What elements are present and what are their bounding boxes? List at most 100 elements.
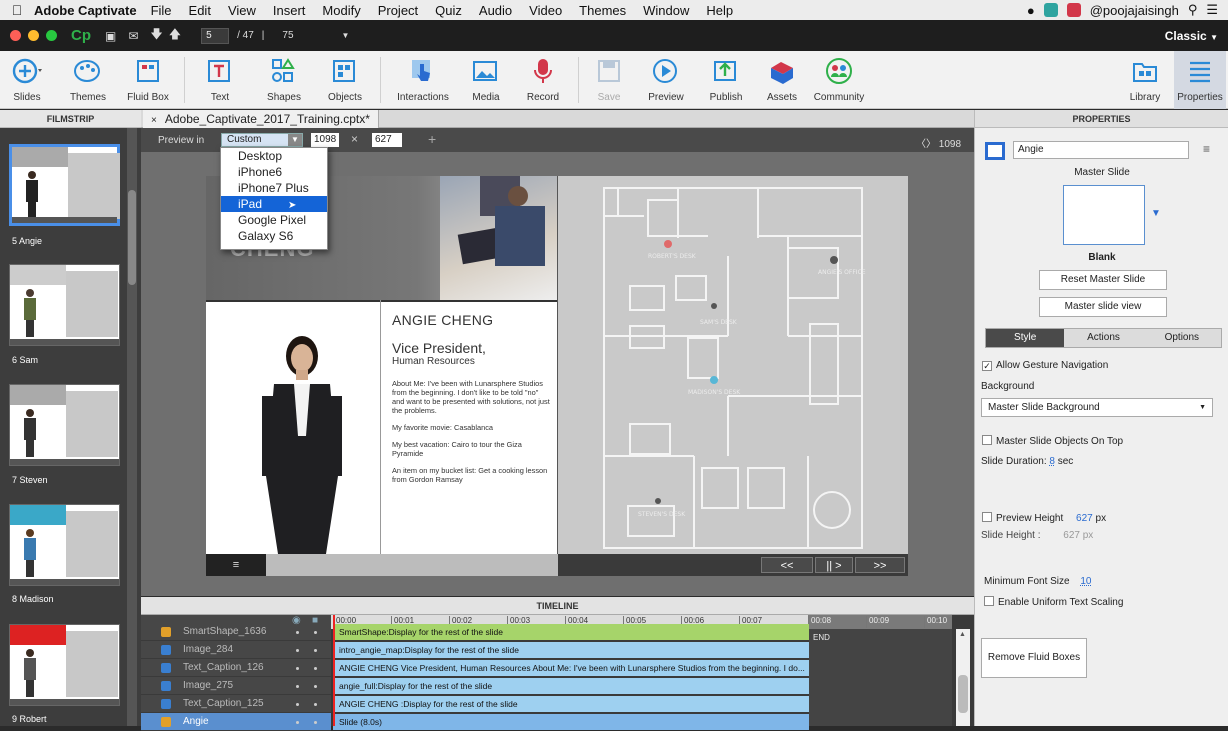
slide-thumbnail-7[interactable]	[9, 384, 120, 466]
timeline-scroll-thumb[interactable]	[958, 675, 968, 713]
timeline-playhead[interactable]	[333, 615, 335, 726]
filmstrip-scroll-thumb[interactable]	[128, 190, 136, 285]
current-slide-input[interactable]: 5	[201, 27, 230, 44]
preview-width-input[interactable]: 1098	[311, 133, 339, 147]
tab-options[interactable]: Options	[1143, 329, 1221, 347]
visibility-toggle[interactable]	[296, 685, 299, 688]
minimize-window-button[interactable]	[28, 30, 39, 41]
lock-toggle[interactable]	[314, 667, 317, 670]
uniform-text-scaling-checkbox[interactable]: Enable Uniform Text Scaling	[984, 596, 1123, 608]
timeline-object-row[interactable]: Text_Caption_126	[141, 659, 331, 677]
visibility-toggle[interactable]	[296, 667, 299, 670]
filmstrip-toggle-icon[interactable]: ▣	[105, 29, 116, 43]
shapes-button[interactable]: Shapes	[260, 51, 308, 109]
menu-themes[interactable]: Themes	[579, 3, 626, 18]
timeline-object-bar[interactable]: intro_angie_map:Display for the rest of …	[333, 642, 809, 658]
master-objects-on-top-checkbox[interactable]: Master Slide Objects On Top	[982, 435, 1123, 447]
slide-name-input[interactable]: Angie	[1013, 141, 1189, 159]
menu-file[interactable]: File	[151, 3, 172, 18]
device-option-iphone7-plus[interactable]: iPhone7 Plus	[221, 180, 327, 196]
device-option-iphone6[interactable]: iPhone6	[221, 164, 327, 180]
slide-color-swatch[interactable]	[985, 142, 1005, 160]
slide-thumbnail-6[interactable]	[9, 264, 120, 346]
timeline-object-bar[interactable]: angie_full:Display for the rest of the s…	[333, 678, 809, 694]
community-button[interactable]: Community	[810, 51, 868, 109]
timeline-scrollbar[interactable]: ▲	[956, 629, 970, 726]
properties-button[interactable]: Properties	[1174, 51, 1226, 109]
media-button[interactable]: Media	[462, 51, 510, 109]
timeline-object-row[interactable]: SmartShape_1636	[141, 623, 331, 641]
add-device-icon[interactable]: +	[428, 131, 436, 147]
master-slide-dropdown-icon[interactable]: ▼	[1151, 208, 1161, 219]
lock-toggle[interactable]	[314, 703, 317, 706]
remove-fluid-boxes-button[interactable]: Remove Fluid Boxes	[981, 638, 1087, 678]
background-select[interactable]: Master Slide Background ▼	[981, 398, 1213, 417]
menu-view[interactable]: View	[228, 3, 256, 18]
timeline-object-bar[interactable]: Slide (8.0s)	[333, 714, 809, 730]
arrow-up-icon[interactable]: 🡅	[169, 25, 181, 46]
workspace-switcher[interactable]: Classic ▼	[1165, 29, 1218, 43]
device-option-desktop[interactable]: Desktop	[221, 148, 327, 164]
slide-menu-button[interactable]: ≡	[206, 554, 266, 576]
preview-height-input[interactable]: 627	[372, 133, 402, 147]
publish-button[interactable]: Publish	[702, 51, 750, 109]
allow-gesture-checkbox[interactable]: ✓ Allow Gesture Navigation	[982, 360, 1108, 371]
user-account[interactable]: @poojajaisingh	[1090, 3, 1179, 18]
master-slide-thumbnail[interactable]	[1063, 185, 1145, 245]
tab-style[interactable]: Style	[986, 329, 1065, 347]
next-slide-button[interactable]: >>	[855, 557, 905, 573]
themes-button[interactable]: Themes	[64, 51, 112, 109]
pause-play-button[interactable]: || >	[815, 557, 853, 573]
menu-audio[interactable]: Audio	[479, 3, 512, 18]
arrow-down-icon[interactable]: 🡇	[150, 25, 162, 46]
slide-thumbnail-9[interactable]	[9, 624, 120, 706]
slides-button[interactable]: Slides	[6, 51, 48, 109]
timeline-object-row[interactable]: Image_284	[141, 641, 331, 659]
close-window-button[interactable]	[10, 30, 21, 41]
preview-button[interactable]: Preview	[642, 51, 690, 109]
bio-text-caption[interactable]: ANGIE CHENG Vice President, Human Resour…	[392, 312, 552, 484]
menu-quiz[interactable]: Quiz	[435, 3, 462, 18]
menu-project[interactable]: Project	[378, 3, 418, 18]
device-option-google-pixel[interactable]: Google Pixel	[221, 212, 327, 228]
mail-icon[interactable]: ✉	[128, 29, 138, 43]
lock-toggle[interactable]	[314, 631, 317, 634]
slide-thumbnail-8[interactable]	[9, 504, 120, 586]
app-menu[interactable]: Adobe Captivate	[34, 3, 137, 18]
objects-button[interactable]: Objects	[322, 51, 368, 109]
tab-actions[interactable]: Actions	[1064, 329, 1142, 347]
timeline-object-bar[interactable]: SmartShape:Display for the rest of the s…	[333, 624, 809, 640]
interactions-button[interactable]: Interactions	[394, 51, 452, 109]
zoom-select[interactable]: 75 ▼	[282, 30, 362, 41]
office-map-image[interactable]: ROBERT'S DESK ANGIE'S OFFICE SAM'S DESK …	[558, 176, 908, 554]
library-button[interactable]: Library	[1122, 51, 1168, 109]
notification-center-icon[interactable]: ☰	[1206, 2, 1218, 18]
preview-height-checkbox[interactable]: Preview Height 627 px	[982, 512, 1106, 524]
visibility-toggle[interactable]	[296, 703, 299, 706]
slide-thumbnail-5[interactable]	[9, 144, 120, 226]
menu-insert[interactable]: Insert	[273, 3, 306, 18]
spotlight-search-icon[interactable]: ⚲	[1188, 2, 1198, 18]
device-select[interactable]: Custom ▼	[221, 133, 303, 147]
menu-window[interactable]: Window	[643, 3, 689, 18]
maximize-window-button[interactable]	[46, 30, 57, 41]
device-option-galaxy-s6[interactable]: Galaxy S6	[221, 228, 327, 244]
master-slide-view-button[interactable]: Master slide view	[1039, 297, 1167, 317]
text-button[interactable]: Text	[198, 51, 242, 109]
timeline-object-bar[interactable]: ANGIE CHENG :Display for the rest of the…	[333, 696, 809, 712]
timeline-object-row[interactable]: Angie	[141, 713, 331, 731]
visibility-toggle[interactable]	[296, 649, 299, 652]
creative-cloud-icon[interactable]: ●	[1027, 3, 1035, 18]
timeline-object-bar[interactable]: ANGIE CHENG Vice President, Human Resour…	[333, 660, 809, 676]
menu-help[interactable]: Help	[706, 3, 733, 18]
menu-video[interactable]: Video	[529, 3, 562, 18]
pocket-icon[interactable]	[1066, 3, 1081, 17]
timeline-object-row[interactable]: Text_Caption_125	[141, 695, 331, 713]
menu-modify[interactable]: Modify	[322, 3, 360, 18]
fluid-box-button[interactable]: Fluid Box	[124, 51, 172, 109]
min-font-size-value[interactable]: 10	[1080, 576, 1091, 587]
lock-toggle[interactable]	[314, 721, 317, 724]
reset-master-slide-button[interactable]: Reset Master Slide	[1039, 270, 1167, 290]
device-option-ipad[interactable]: iPad ➤	[221, 196, 327, 212]
close-tab-icon[interactable]: ×	[151, 115, 157, 126]
